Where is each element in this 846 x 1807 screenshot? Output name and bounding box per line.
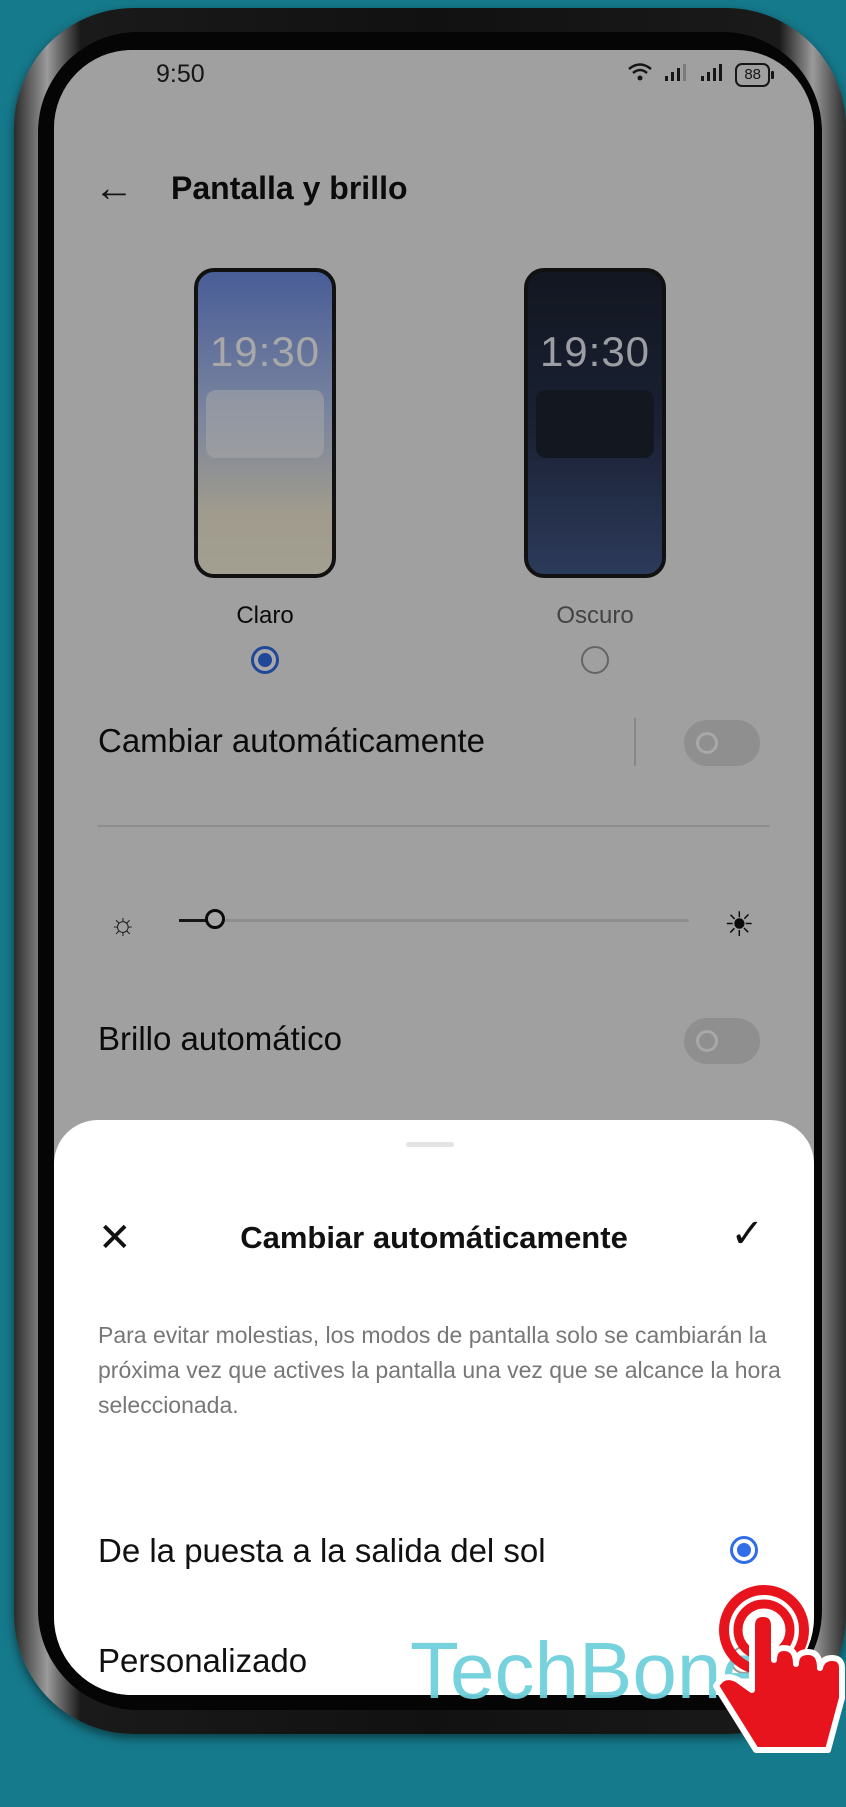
sheet-title: Cambiar automáticamente (240, 1220, 628, 1255)
sheet-description: Para evitar molestias, los modos de pant… (98, 1322, 781, 1418)
check-icon[interactable]: ✓ (730, 1214, 764, 1254)
hand-pointer-icon (700, 1580, 846, 1765)
sheet-drag-handle[interactable] (406, 1142, 454, 1147)
option-custom[interactable]: Personalizado (98, 1642, 307, 1680)
option-sunset-sunrise-radio[interactable] (730, 1536, 758, 1564)
phone-screen: 9:50 88 ← Pantalla y brillo 19:30 19:30 … (54, 50, 814, 1695)
option-sunset-sunrise[interactable]: De la puesta a la salida del sol (98, 1532, 546, 1570)
